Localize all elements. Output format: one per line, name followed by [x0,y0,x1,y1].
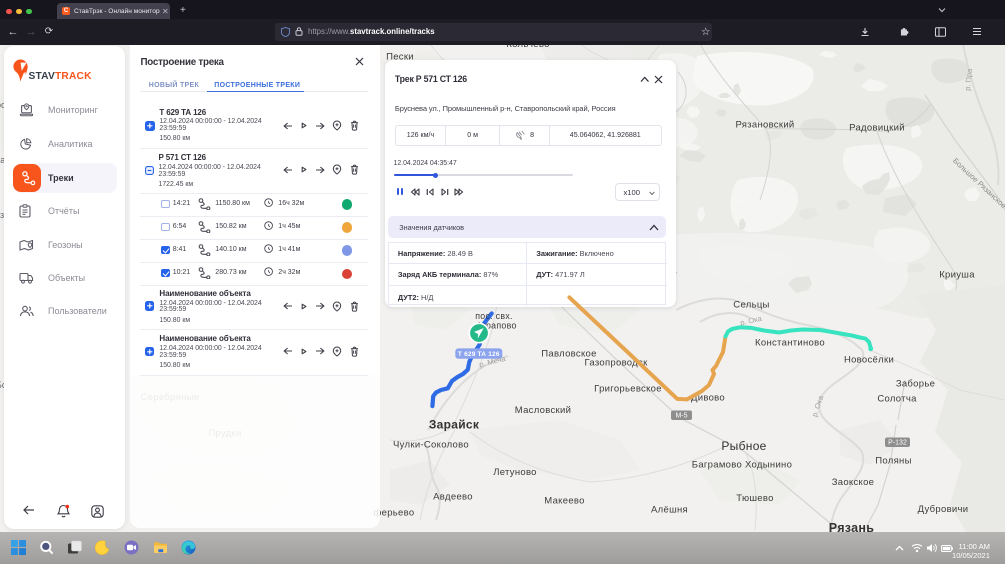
svg-text:Чулки-Соколово: Чулки-Соколово [393,440,469,451]
svg-text:Новосёлки: Новосёлки [844,355,894,366]
svg-text:Летуново: Летуново [493,467,537,478]
svg-text:Поляны: Поляны [875,456,911,467]
svg-text:Рязановский: Рязановский [735,120,794,131]
svg-text:Сельцы: Сельцы [733,300,769,311]
svg-text:Рыбное: Рыбное [721,439,766,453]
svg-text:Макеево: Макеево [544,496,584,507]
svg-text:Дивово: Дивово [691,393,725,404]
svg-text:Р-132: Р-132 [888,440,907,447]
svg-text:Алёшня: Алёшня [651,505,688,516]
svg-text:Баграмово Ходынино: Баграмово Ходынино [692,460,792,471]
svg-text:Радовицкий: Радовицкий [849,123,905,134]
svg-text:Масловский: Масловский [515,405,571,416]
svg-text:Солотча: Солотча [877,394,917,405]
svg-text:Криуша: Криуша [939,270,975,281]
svg-text:Тюшево: Тюшево [736,493,773,504]
svg-text:Заокское: Заокское [832,477,875,488]
svg-text:М-5: М-5 [675,413,687,420]
svg-text:Заборье: Заборье [896,379,935,390]
svg-text:Зарайск: Зарайск [429,418,480,432]
svg-text:Григорьевское: Григорьевское [594,384,662,395]
svg-text:Газопроводск: Газопроводск [584,358,648,369]
svg-text:Константиново: Константиново [755,338,825,349]
svg-text:Авдеево: Авдеево [433,492,473,503]
svg-text:Дубровичи: Дубровичи [918,504,969,515]
